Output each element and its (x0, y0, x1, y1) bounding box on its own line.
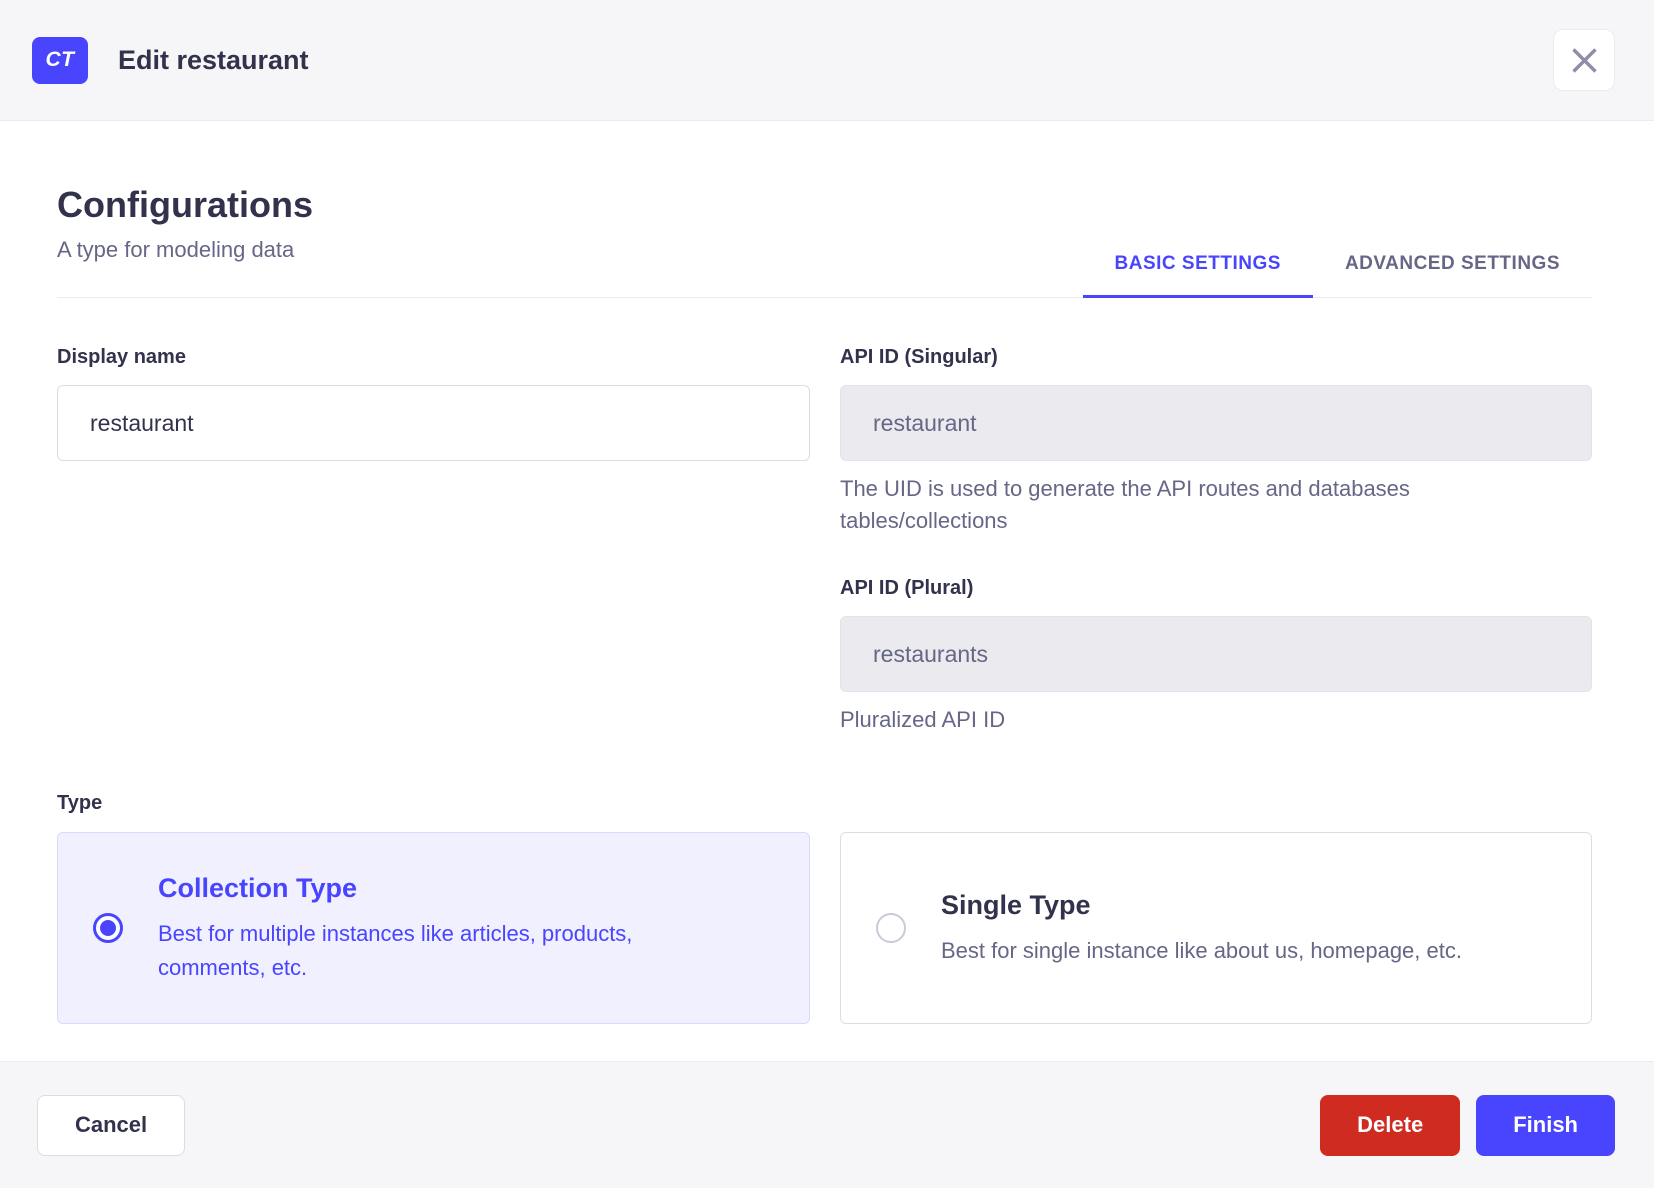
edit-content-type-modal: CT Edit restaurant Configurations A type… (0, 0, 1654, 1188)
type-section: Type Collection Type Best for multiple i… (57, 790, 1592, 1024)
page-subtitle: A type for modeling data (57, 237, 313, 297)
tab-advanced-settings[interactable]: ADVANCED SETTINGS (1313, 253, 1592, 298)
section-titles: Configurations A type for modeling data (57, 183, 313, 297)
finish-button[interactable]: Finish (1476, 1095, 1615, 1156)
display-name-input[interactable] (57, 385, 810, 461)
api-id-singular-field: API ID (Singular) The UID is used to gen… (840, 344, 1592, 537)
collection-type-radio[interactable] (93, 913, 123, 943)
modal-body: Configurations A type for modeling data … (0, 121, 1654, 1061)
delete-button[interactable]: Delete (1320, 1095, 1460, 1156)
api-id-singular-label: API ID (Singular) (840, 344, 1592, 370)
modal-title: Edit restaurant (118, 45, 309, 76)
section-header: Configurations A type for modeling data … (57, 183, 1592, 298)
api-id-column: API ID (Singular) The UID is used to gen… (840, 344, 1592, 758)
collection-type-text: Collection Type Best for multiple instan… (158, 872, 742, 985)
modal-header: CT Edit restaurant (0, 0, 1654, 121)
collection-type-description: Best for multiple instances like article… (158, 917, 718, 985)
api-id-plural-field: API ID (Plural) Pluralized API ID (840, 575, 1592, 736)
collection-type-radio-cell (58, 913, 158, 943)
modal-footer: Cancel Delete Finish (0, 1061, 1654, 1188)
close-button[interactable] (1553, 29, 1615, 91)
content-type-badge: CT (32, 37, 88, 84)
api-id-plural-label: API ID (Plural) (840, 575, 1592, 601)
api-id-plural-input (840, 616, 1592, 692)
cancel-button[interactable]: Cancel (37, 1095, 185, 1156)
display-name-label: Display name (57, 344, 810, 370)
api-id-singular-hint: The UID is used to generate the API rout… (840, 473, 1500, 537)
display-name-field: Display name (57, 344, 810, 758)
api-id-plural-hint: Pluralized API ID (840, 704, 1500, 736)
single-type-radio-cell (841, 913, 941, 943)
single-type-text: Single Type Best for single instance lik… (941, 889, 1486, 968)
tab-basic-settings[interactable]: BASIC SETTINGS (1083, 253, 1313, 298)
collection-type-title: Collection Type (158, 872, 718, 904)
single-type-description: Best for single instance like about us, … (941, 934, 1462, 968)
collection-type-card[interactable]: Collection Type Best for multiple instan… (57, 832, 810, 1024)
single-type-radio[interactable] (876, 913, 906, 943)
page-title: Configurations (57, 183, 313, 227)
settings-form: Display name API ID (Singular) The UID i… (57, 344, 1592, 758)
single-type-title: Single Type (941, 889, 1462, 921)
type-label: Type (57, 790, 1592, 816)
type-cards: Collection Type Best for multiple instan… (57, 832, 1592, 1024)
api-id-singular-input (840, 385, 1592, 461)
single-type-card[interactable]: Single Type Best for single instance lik… (840, 832, 1592, 1024)
close-icon (1571, 47, 1598, 74)
settings-tabs: BASIC SETTINGS ADVANCED SETTINGS (1083, 253, 1592, 298)
